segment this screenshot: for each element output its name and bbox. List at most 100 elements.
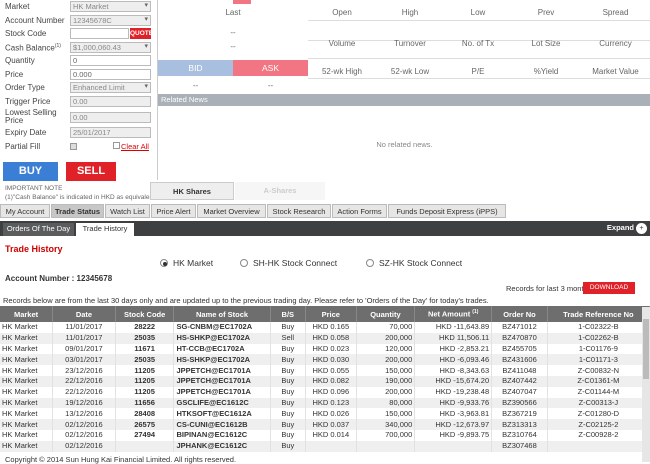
clear-all-link[interactable]: Clear All [121,142,149,151]
table-cell: 70,000 [356,322,416,333]
table-cell: BZ367219 [491,408,548,420]
table-cell: 11205 [115,375,175,387]
table-cell: 80,000 [356,397,416,409]
tab-funds-deposit-express[interactable]: Funds Deposit Express (iPPS) [388,204,506,218]
important-note-title: IMPORTANT NOTE [5,185,63,192]
related-news-header: Related News [158,94,650,106]
stock-code-label: Stock Code [5,29,47,38]
col-market: Market [0,306,54,322]
radio-hk-market[interactable]: HK Market [160,258,213,268]
table-cell: SG-CNBM@EC1702A [173,322,271,333]
table-cell: HS-SHKP@EC1702A [173,354,271,366]
table-row: HK Market 11/01/2017 28222 SG-CNBM@EC1702A B… [0,322,650,333]
col-order-no: Order No [491,306,548,322]
table-cell: BZ431606 [491,354,548,366]
table-cell: 11205 [115,386,175,398]
tab-orders-of-the-day[interactable]: Orders Of The Day [3,223,74,236]
scrollbar[interactable] [642,307,650,462]
table-row: HK Market 19/12/2016 11656 GSCLIFE@EC1612C B… [0,397,650,409]
price-input[interactable]: 0.000 [70,68,151,80]
no-of-tx-label: No. of Tx [461,39,495,48]
table-cell: Buy [270,343,307,355]
table-cell: 26575 [115,419,175,430]
expiry-date-input[interactable]: 25/01/2017 [70,127,151,138]
table-cell: HK Market [0,343,54,355]
account-select[interactable]: 12345678C [70,14,151,26]
table-cell: HKD 0.082 [305,375,357,387]
lowest-selling-price-input[interactable]: 0.00 [70,112,151,123]
radio-sz-hk-stock-connect[interactable]: SZ-HK Stock Connect [366,258,462,268]
table-cell [547,440,650,452]
pe-label: P/E [471,67,485,76]
quote-panel: Last -- -- Open High Low Prev Spread Vol… [157,0,650,180]
partial-fill-checkbox[interactable] [70,142,77,150]
table-cell: HK Market [0,332,54,344]
table-cell: BZ307468 [491,440,548,452]
order-type-select[interactable]: Enhanced Limit [70,82,151,93]
tab-stock-research[interactable]: Stock Research [267,204,331,218]
52wk-high-label: 52-wk High [321,67,362,76]
table-cell: BZ455705 [491,343,548,355]
radio-sh-hk-stock-connect[interactable]: SH-HK Stock Connect [240,258,337,268]
expand-icon[interactable]: + [636,223,647,234]
table-cell [115,440,175,452]
table-cell: HKD 11,506.11 [414,332,493,344]
tab-a-shares[interactable]: A-Shares [235,182,325,200]
market-select[interactable]: HK Market [70,1,151,12]
table-cell: HKD -8,343.63 [414,365,493,376]
quantity-label: Quantity [5,56,35,65]
table-cell: 25035 [115,332,175,344]
col-quantity: Quantity [356,306,416,322]
col-date: Date [52,306,116,322]
table-cell: Buy [270,440,307,452]
tab-price-alert[interactable]: Price Alert [151,204,196,218]
lot-size-label: Lot Size [531,39,561,48]
table-cell: 27494 [115,429,175,441]
tab-hk-shares[interactable]: HK Shares [150,182,234,200]
table-cell: JPHANK@EC1612C [173,440,271,452]
clear-all-checkbox[interactable] [113,141,120,149]
tab-trade-status[interactable]: Trade Status [51,204,104,218]
trigger-price-label: Trigger Price [5,96,51,106]
quantity-input[interactable]: 0 [70,55,151,66]
table-cell: HT-CCB@EC1702A [173,343,271,355]
cash-balance-select[interactable]: $1,000,060.43 [70,41,151,53]
table-cell: BIPINAN@EC1612C [173,429,271,441]
table-row: HK Market 11/01/2017 25035 HS-SHKP@EC1702A S… [0,332,650,344]
radio-selected-icon[interactable] [160,259,168,267]
col-trade-reference-no: Trade Reference No [547,306,650,322]
tab-watch-list[interactable]: Watch List [105,204,150,218]
table-cell: BZ470870 [491,332,548,344]
trigger-price-input[interactable]: 0.00 [70,95,151,107]
order-type-label: Order Type [5,83,45,92]
table-cell: 150,000 [356,365,416,376]
records-note: Records below are from the last 30 days … [3,296,489,305]
table-cell: HK Market [0,386,54,398]
ask-header: ASK [233,60,308,76]
tab-action-forms[interactable]: Action Forms [332,204,387,218]
table-cell: Buy [270,354,307,366]
table-cell: Z-C02125-2 [547,419,650,430]
stock-code-input[interactable] [70,28,129,39]
tab-my-account[interactable]: My Account [0,204,50,218]
radio-icon[interactable] [366,259,374,267]
turnover-label: Turnover [394,39,426,48]
table-cell: Z-C01280-D [547,408,650,420]
buy-button[interactable]: BUY [3,162,58,181]
radio-icon[interactable] [240,259,248,267]
table-cell: 22/12/2016 [52,375,116,387]
download-button[interactable]: DOWNLOAD [583,282,635,294]
expand-label[interactable]: Expand [607,223,634,232]
table-row: HK Market 13/12/2016 28408 HTKSOFT@EC1612A B… [0,408,650,420]
tab-trade-history[interactable]: Trade History [76,223,134,236]
quote-button[interactable]: QUOTE [130,28,153,39]
tab-market-overview[interactable]: Market Overview [197,204,266,218]
table-cell: CS-CUNI@EC1612B [173,419,271,430]
expiry-date-label: Expiry Date [5,128,47,137]
table-cell: Z-C01144-M [547,386,650,398]
table-cell: 28222 [115,322,175,333]
col-bs: B/S [270,306,307,322]
table-cell: HK Market [0,322,54,333]
table-row: HK Market 22/12/2016 11205 JPPETCH@EC1701A B… [0,375,650,387]
sell-button[interactable]: SELL [66,162,116,181]
